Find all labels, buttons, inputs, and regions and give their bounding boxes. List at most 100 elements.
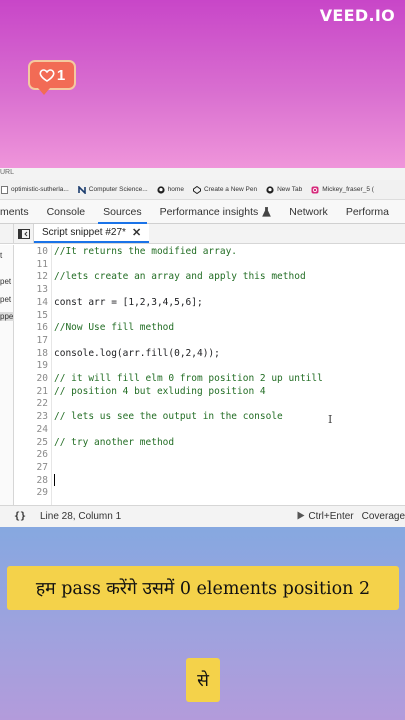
tab-performance-insights[interactable]: Performance insights — [151, 200, 281, 223]
code-line[interactable]: 23 // lets us see the output in the conso… — [14, 411, 405, 424]
code-line[interactable]: 24 — [14, 424, 405, 437]
line-number: 22 — [36, 398, 48, 410]
bookmark-label: home — [167, 186, 184, 193]
line-number: 15 — [36, 309, 48, 321]
line-number: 25 — [36, 436, 48, 448]
line-number: 19 — [36, 360, 48, 372]
code-line[interactable]: 15 — [14, 310, 405, 323]
sources-workspace: t pet pet ppe 10 //It returns the modifie… — [0, 245, 405, 505]
bookmark-item[interactable]: home — [157, 185, 184, 194]
bookmark-label: optimistic-sutherla... — [11, 186, 69, 193]
code-line[interactable]: 18 console.log(arr.fill(0,2,4)); — [14, 348, 405, 361]
navigator-stub — [0, 224, 14, 243]
bookmark-label: Create a New Pen — [203, 186, 258, 193]
code-line[interactable]: 16 //Now Use fill method — [14, 322, 405, 335]
url-label: URL — [0, 169, 15, 176]
bookmark-item[interactable]: Computer Science... — [77, 185, 148, 194]
pretty-print-icon[interactable]: {} — [0, 511, 40, 522]
line-number: 10 — [36, 246, 48, 257]
code-line[interactable]: 14 const arr = [1,2,3,4,5,6]; — [14, 297, 405, 310]
code-text: // try another method — [54, 436, 175, 448]
github-icon — [266, 185, 274, 194]
code-text: // lets us see the output in the console — [54, 411, 283, 423]
line-number: 11 — [36, 258, 48, 270]
code-line[interactable]: 28 — [14, 475, 405, 488]
bookmark-item[interactable]: New Tab — [266, 185, 303, 194]
code-text: // position 4 but exluding position 4 — [54, 385, 266, 397]
line-number: 24 — [36, 423, 48, 435]
code-line[interactable]: 19 — [14, 360, 405, 373]
code-line[interactable]: 26 — [14, 449, 405, 462]
line-number: 18 — [36, 347, 48, 359]
text-caret — [54, 474, 55, 486]
instagram-icon — [311, 186, 319, 194]
like-count: 1 — [56, 66, 66, 84]
flask-icon — [262, 206, 272, 217]
editor-status-bar: {} Line 28, Column 1 Ctrl+Enter Coverage — [0, 505, 405, 527]
tab-label: Performance insights — [159, 205, 259, 218]
line-number: 20 — [36, 373, 48, 384]
mouse-ibeam-cursor: I — [328, 413, 333, 426]
veed-watermark: VEED.IO — [319, 6, 395, 25]
code-line[interactable]: 29 — [14, 487, 405, 500]
navigator-item[interactable]: ppe — [0, 312, 14, 321]
run-snippet-button[interactable]: Ctrl+Enter — [297, 511, 354, 523]
subtitle-line-1: हम pass करेंगे उसमें 0 elements position… — [7, 566, 399, 610]
file-tab-script-snippet[interactable]: Script snippet #27* ✕ — [34, 224, 150, 243]
bookmarks-bar: optimistic-sutherla... Computer Science.… — [0, 180, 405, 200]
n-logo-icon — [77, 185, 86, 194]
line-number: 17 — [36, 334, 48, 346]
code-line[interactable]: 12 //lets create an array and apply this … — [14, 271, 405, 284]
bookmark-label: Mickey_fraser_5 ( — [322, 186, 374, 193]
tab-console[interactable]: Console — [38, 200, 95, 223]
bookmark-item[interactable]: Create a New Pen — [192, 185, 258, 194]
codepen-icon — [192, 185, 201, 194]
navigator-item[interactable]: pet — [0, 277, 14, 286]
line-number: 26 — [36, 449, 48, 461]
url-bar[interactable]: URL — [0, 168, 405, 180]
close-icon[interactable]: ✕ — [132, 226, 141, 239]
code-line[interactable]: 20 // it will fill elm 0 from position 2 … — [14, 373, 405, 386]
code-text: //Now Use fill method — [54, 322, 175, 334]
tab-elements[interactable]: ments — [0, 200, 38, 223]
tab-network[interactable]: Network — [280, 200, 337, 223]
file-tab-label: Script snippet #27* — [42, 227, 126, 238]
bookmark-item[interactable]: optimistic-sutherla... — [0, 185, 69, 194]
navigator-item[interactable]: t — [0, 251, 14, 260]
code-text: const arr = [1,2,3,4,5,6]; — [54, 296, 203, 308]
code-line[interactable]: 21 // position 4 but exluding position 4 — [14, 386, 405, 399]
code-line[interactable]: 27 — [14, 462, 405, 475]
file-navigator: t pet pet ppe — [0, 245, 14, 505]
tab-performance[interactable]: Performa — [337, 200, 398, 223]
line-number: 23 — [36, 411, 48, 423]
code-line[interactable]: 13 — [14, 284, 405, 297]
line-number: 13 — [36, 284, 48, 296]
bookmark-label: New Tab — [277, 186, 303, 193]
navigator-item[interactable]: pet — [0, 295, 14, 304]
code-line[interactable]: 17 — [14, 335, 405, 348]
code-text: console.log(arr.fill(0,2,4)); — [54, 347, 220, 359]
code-editor[interactable]: 10 //It returns the modified array. 11 12 //… — [14, 245, 405, 505]
bookmark-label: Computer Science... — [88, 186, 148, 193]
code-line[interactable]: 22 — [14, 398, 405, 411]
screen-recording: URL optimistic-sutherla... Computer Scie… — [0, 168, 405, 527]
play-icon — [297, 511, 305, 523]
line-number: 14 — [36, 296, 48, 308]
like-badge[interactable]: 1 — [28, 60, 76, 95]
line-number: 16 — [36, 322, 48, 334]
code-line[interactable]: 25 // try another method — [14, 437, 405, 450]
devtools-tab-bar: ments Console Sources Performance insigh… — [0, 200, 405, 224]
toggle-navigator-icon[interactable] — [14, 224, 34, 243]
bookmark-item[interactable]: Mickey_fraser_5 ( — [311, 186, 374, 194]
github-icon — [157, 185, 165, 194]
code-text: //It returns the modified array. — [54, 246, 238, 257]
line-number: 12 — [36, 271, 48, 283]
page-icon — [0, 185, 8, 194]
code-line[interactable]: 11 — [14, 259, 405, 272]
editor-file-bar: Script snippet #27* ✕ — [0, 224, 405, 244]
run-shortcut-label: Ctrl+Enter — [308, 511, 354, 522]
line-number: 28 — [36, 474, 48, 486]
code-line[interactable]: 10 //It returns the modified array. — [14, 246, 405, 259]
heart-icon — [39, 69, 55, 82]
tab-sources[interactable]: Sources — [94, 200, 151, 224]
